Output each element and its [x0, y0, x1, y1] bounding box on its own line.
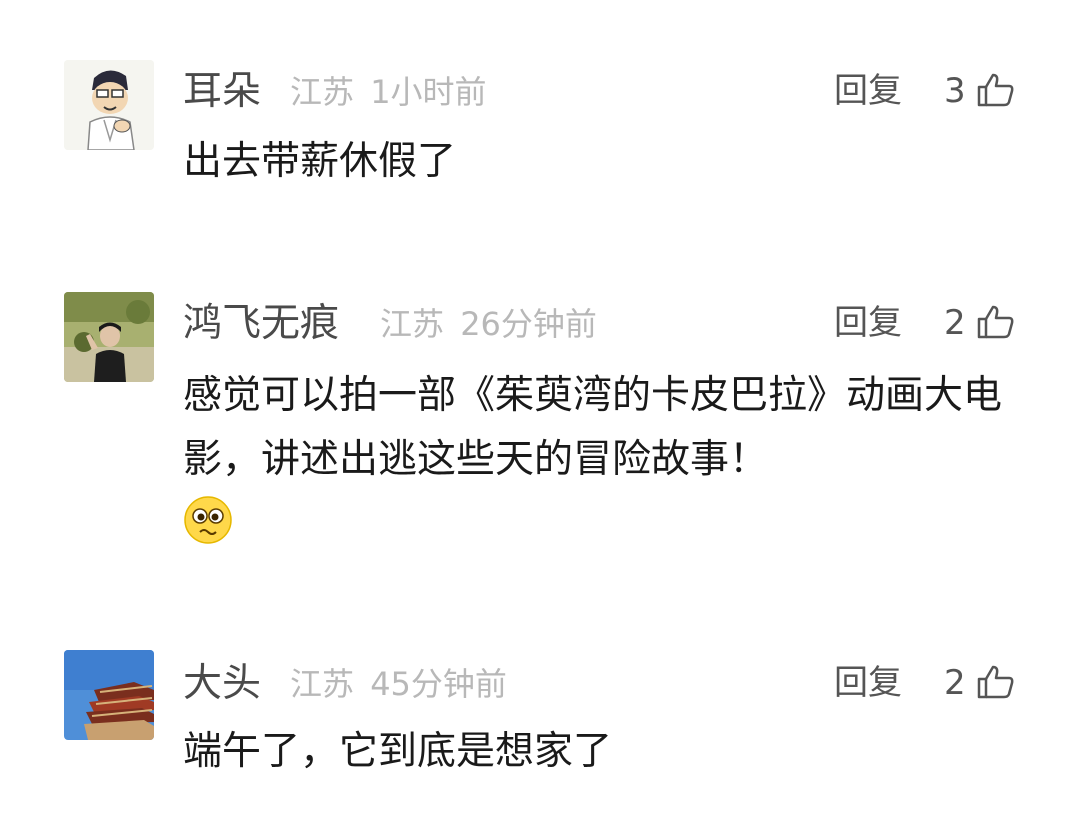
like-count[interactable]: 2: [944, 666, 966, 700]
avatar[interactable]: [64, 650, 154, 740]
comment-meta: 江苏 45分钟前: [290, 668, 507, 700]
location: 江苏: [290, 665, 355, 703]
timestamp: 45分钟前: [370, 665, 507, 703]
username[interactable]: 大头: [183, 664, 261, 703]
reply-button[interactable]: 回复: [834, 666, 902, 700]
pagoda-photo-avatar-icon: [64, 650, 154, 740]
thumbs-up-icon[interactable]: [976, 664, 1016, 700]
comment-item: 大头 江苏 45分钟前 回复 2 端午了，它到底是想家了: [0, 0, 1080, 821]
comment-text: 端午了，它到底是想家了: [183, 729, 613, 774]
